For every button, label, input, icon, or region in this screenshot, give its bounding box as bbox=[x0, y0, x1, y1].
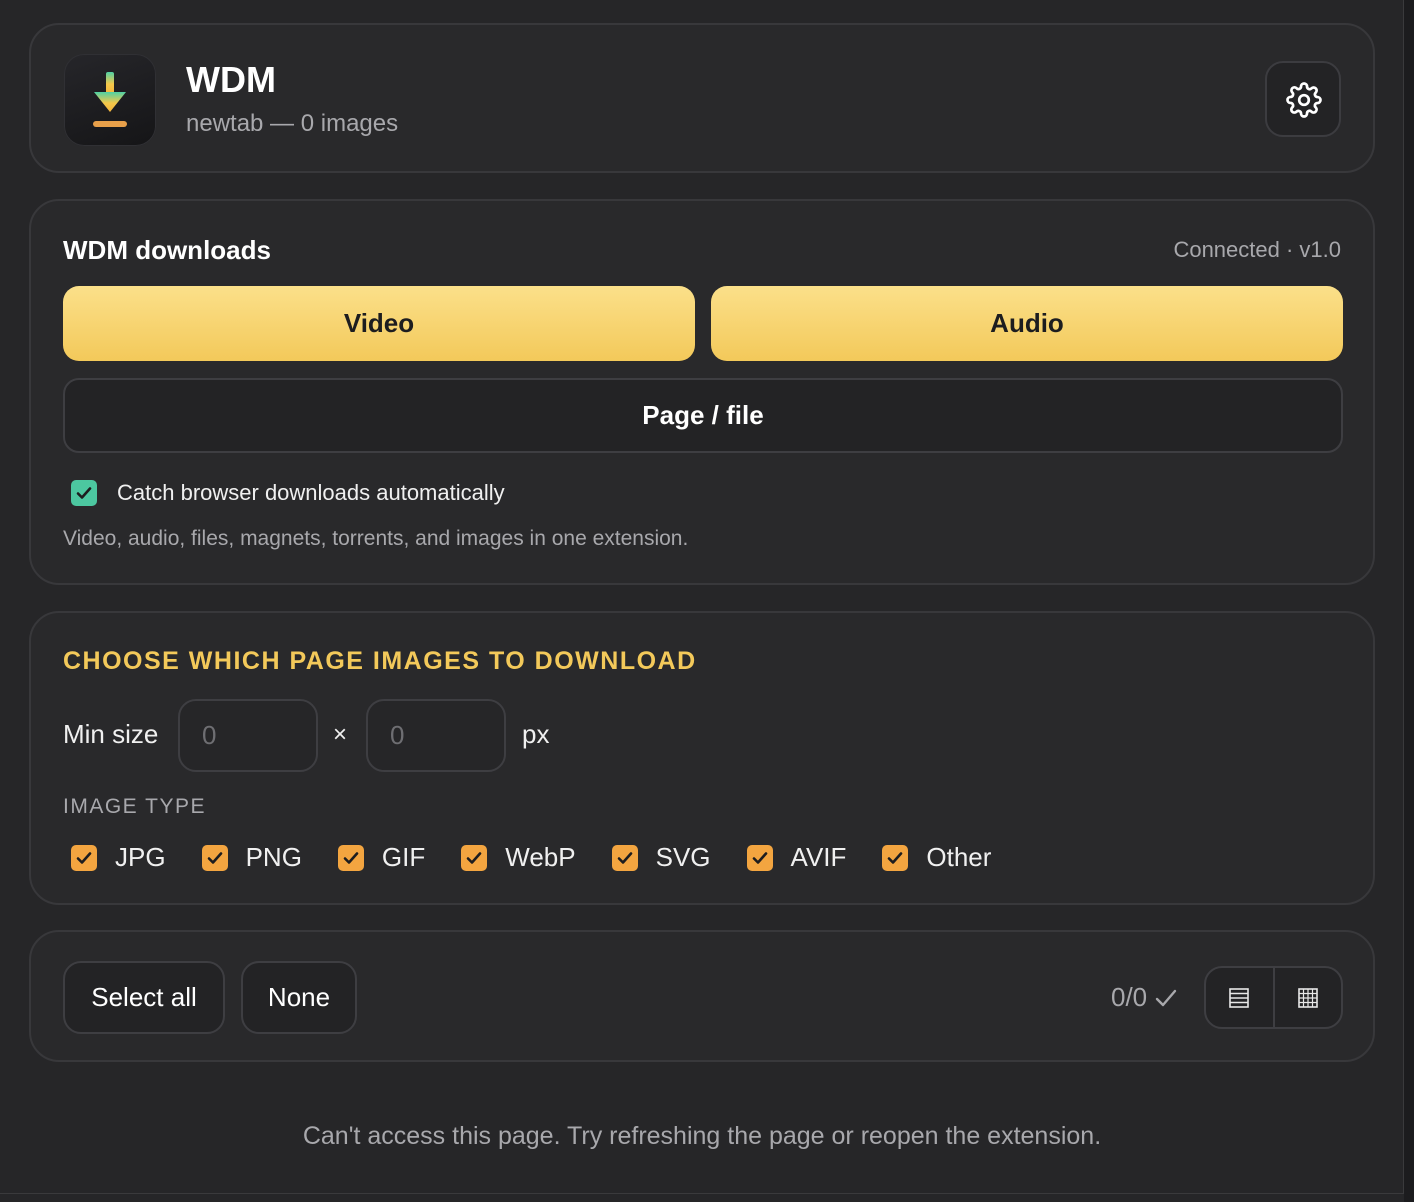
images-filter-card: CHOOSE WHICH PAGE IMAGES TO DOWNLOAD Min… bbox=[29, 611, 1375, 905]
selection-count: 0/0 bbox=[1111, 982, 1179, 1013]
check-icon bbox=[1155, 989, 1177, 1006]
checkmark-icon bbox=[466, 851, 482, 864]
app-title: WDM bbox=[186, 59, 276, 100]
catch-downloads-row[interactable]: Catch browser downloads automatically bbox=[71, 480, 505, 506]
downloads-card: WDM downloads Connected · v1.0 Video Aud… bbox=[29, 199, 1375, 585]
type-label: Other bbox=[926, 842, 992, 872]
type-jpg[interactable]: JPG bbox=[71, 842, 166, 873]
catch-downloads-checkbox[interactable] bbox=[71, 480, 97, 506]
type-gif[interactable]: GIF bbox=[337, 842, 426, 873]
download-arrow-icon bbox=[93, 72, 127, 127]
type-label: WebP bbox=[505, 842, 576, 872]
catch-downloads-label: Catch browser downloads automatically bbox=[117, 480, 505, 505]
app-subtitle: newtab — 0 images bbox=[186, 110, 399, 137]
downloads-title: WDM downloads bbox=[63, 235, 271, 265]
min-size-label: Min size bbox=[63, 719, 159, 749]
scrollbar[interactable] bbox=[1404, 0, 1414, 1202]
page-file-button[interactable]: Page / file bbox=[63, 378, 1343, 453]
type-label: AVIF bbox=[790, 842, 847, 872]
type-checkbox[interactable] bbox=[461, 844, 488, 871]
type-checkbox[interactable] bbox=[71, 844, 97, 871]
type-label: PNG bbox=[245, 842, 302, 872]
image-type-label: IMAGE TYPE bbox=[63, 795, 206, 818]
error-message: Can't access this page. Try refreshing t… bbox=[302, 1122, 1102, 1150]
min-height-input[interactable] bbox=[366, 699, 506, 772]
type-label: SVG bbox=[655, 842, 711, 872]
checkmark-icon bbox=[76, 851, 92, 864]
px-unit-label: px bbox=[522, 719, 550, 749]
type-other[interactable]: Other bbox=[882, 842, 991, 873]
checkmark-icon bbox=[76, 487, 92, 499]
images-section-title: CHOOSE WHICH PAGE IMAGES TO DOWNLOAD bbox=[63, 647, 697, 675]
type-svg[interactable]: SVG bbox=[611, 842, 711, 873]
type-label: JPG bbox=[115, 842, 166, 872]
downloads-description: Video, audio, files, magnets, torrents, … bbox=[63, 527, 689, 550]
list-view-icon bbox=[1229, 987, 1250, 1008]
type-checkbox[interactable] bbox=[611, 844, 638, 871]
checkmark-icon bbox=[752, 851, 767, 864]
grid-view-button[interactable] bbox=[1272, 968, 1342, 1027]
type-png[interactable]: PNG bbox=[201, 842, 302, 873]
select-all-button[interactable]: Select all bbox=[63, 961, 225, 1034]
type-checkbox[interactable] bbox=[746, 844, 773, 871]
header-card: WDM newtab — 0 images bbox=[29, 23, 1375, 173]
image-type-list: JPG PNG GIF WebP SVG AVIF Other bbox=[71, 842, 1027, 873]
extension-popup: WDM newtab — 0 images WDM downloads Conn… bbox=[0, 0, 1404, 1194]
min-width-input[interactable] bbox=[178, 699, 318, 772]
type-checkbox[interactable] bbox=[882, 844, 909, 871]
type-checkbox[interactable] bbox=[337, 844, 364, 871]
times-sign: × bbox=[333, 721, 348, 748]
app-logo bbox=[64, 54, 156, 146]
audio-button[interactable]: Audio bbox=[711, 286, 1343, 361]
select-none-button[interactable]: None bbox=[241, 961, 357, 1034]
checkmark-icon bbox=[207, 851, 222, 864]
selection-count-text: 0/0 bbox=[1111, 982, 1148, 1012]
checkmark-icon bbox=[343, 851, 359, 864]
video-button[interactable]: Video bbox=[63, 286, 695, 361]
settings-button[interactable] bbox=[1265, 61, 1341, 137]
checkmark-icon bbox=[617, 851, 632, 864]
type-webp[interactable]: WebP bbox=[461, 842, 576, 873]
type-label: GIF bbox=[381, 842, 426, 872]
view-toggle bbox=[1204, 966, 1343, 1029]
selection-actions-card: Select all None 0/0 bbox=[29, 930, 1375, 1062]
gear-icon bbox=[1286, 82, 1322, 118]
type-checkbox[interactable] bbox=[201, 844, 228, 871]
type-avif[interactable]: AVIF bbox=[746, 842, 847, 873]
list-view-button[interactable] bbox=[1206, 968, 1273, 1027]
connection-status: Connected · v1.0 bbox=[1173, 237, 1341, 262]
checkmark-icon bbox=[888, 851, 903, 864]
grid-view-icon bbox=[1297, 987, 1318, 1008]
